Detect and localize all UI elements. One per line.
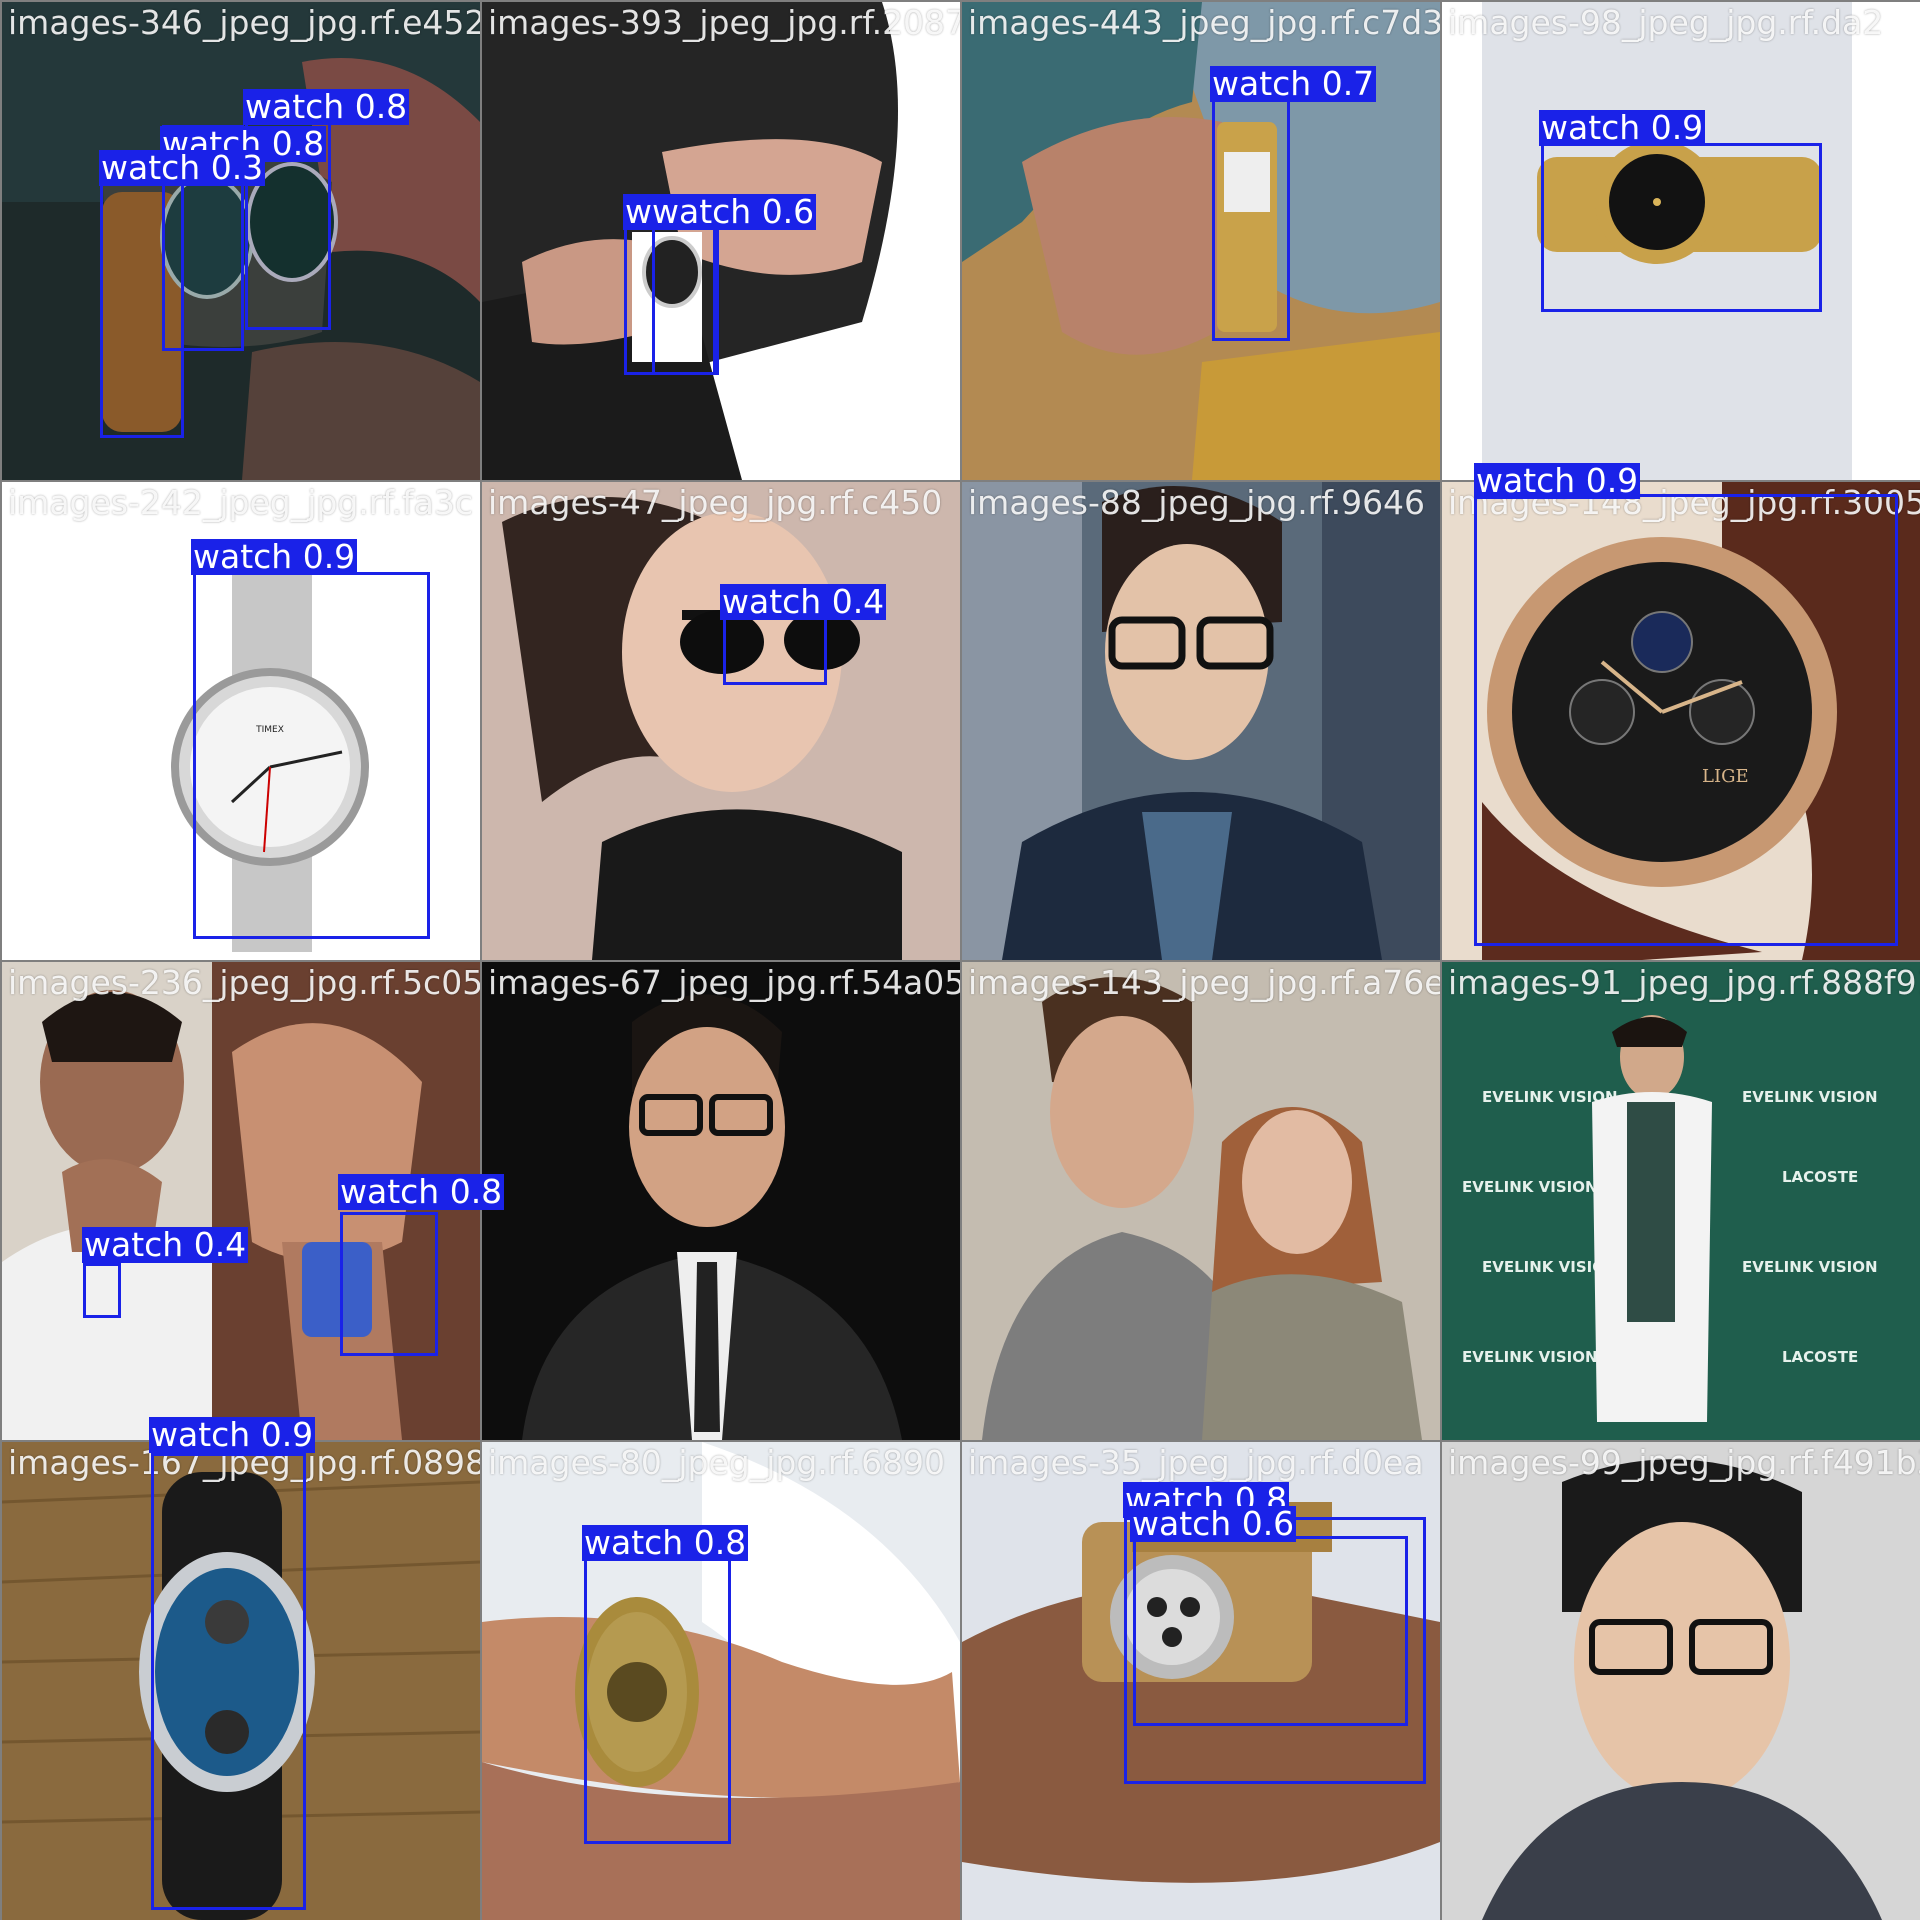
detection-label: watch 0.6 <box>1130 1504 1297 1543</box>
backdrop-text: EVELINK VISION <box>1462 1348 1598 1366</box>
bounding-box[interactable] <box>340 1212 438 1356</box>
backdrop-text: LACOSTE <box>1782 1168 1858 1186</box>
tile[interactable]: images-393_jpeg_jpg.rf.2087 <box>482 2 960 480</box>
bounding-box[interactable] <box>100 150 184 438</box>
tile[interactable]: images-143_jpeg_jpg.rf.a76e15be <box>962 962 1440 1440</box>
detection-label: watch 0.9 <box>149 1415 316 1454</box>
tile[interactable]: EVELINK VISION EVELINK VISION EVELINK VI… <box>1442 962 1920 1440</box>
bounding-box[interactable] <box>1541 143 1822 312</box>
detection-label: watch 0.8 <box>582 1523 749 1562</box>
backdrop-text: EVELINK VISION <box>1742 1088 1878 1106</box>
detection-label: watch 0.9 <box>1474 461 1641 500</box>
detection-label: watch 0.9 <box>1539 108 1706 147</box>
detection-label: watch 0.8 <box>243 87 410 126</box>
bounding-box[interactable] <box>1212 98 1290 341</box>
detection-label: watch 0.4 <box>720 582 887 621</box>
bounding-box[interactable] <box>1474 494 1898 946</box>
backdrop-text: EVELINK VISION <box>1742 1258 1878 1276</box>
photo <box>962 482 1440 960</box>
backdrop-text: LACOSTE <box>1782 1348 1858 1366</box>
bounding-box[interactable] <box>723 617 827 685</box>
bounding-box[interactable] <box>83 1263 121 1318</box>
bounding-box[interactable] <box>652 227 719 375</box>
photo <box>482 962 960 1440</box>
photo: EVELINK VISION EVELINK VISION EVELINK VI… <box>1442 962 1920 1440</box>
photo <box>1442 1442 1920 1920</box>
detection-label: watch 0.3 <box>99 148 266 187</box>
detection-label: watch 0.4 <box>82 1225 249 1264</box>
detection-label: wwatch 0.6 <box>623 192 817 231</box>
bounding-box[interactable] <box>151 1453 306 1910</box>
tile[interactable]: images-47_jpeg_jpg.rf.c450 <box>482 482 960 960</box>
bounding-box[interactable] <box>193 572 430 939</box>
photo <box>962 962 1440 1440</box>
photo <box>482 2 960 480</box>
detection-label: watch 0.8 <box>338 1172 505 1211</box>
backdrop-text: EVELINK VISION <box>1462 1178 1598 1196</box>
bounding-box[interactable] <box>584 1558 731 1844</box>
bounding-box[interactable] <box>1133 1536 1408 1726</box>
detection-label: watch 0.9 <box>191 537 358 576</box>
photo <box>482 482 960 960</box>
tile[interactable]: images-67_jpeg_jpg.rf.54a059bb <box>482 962 960 1440</box>
detection-label: watch 0.7 <box>1210 64 1377 103</box>
tile[interactable]: images-88_jpeg_jpg.rf.9646 <box>962 482 1440 960</box>
tile[interactable]: images-99_jpeg_jpg.rf.f491b327b <box>1442 1442 1920 1920</box>
